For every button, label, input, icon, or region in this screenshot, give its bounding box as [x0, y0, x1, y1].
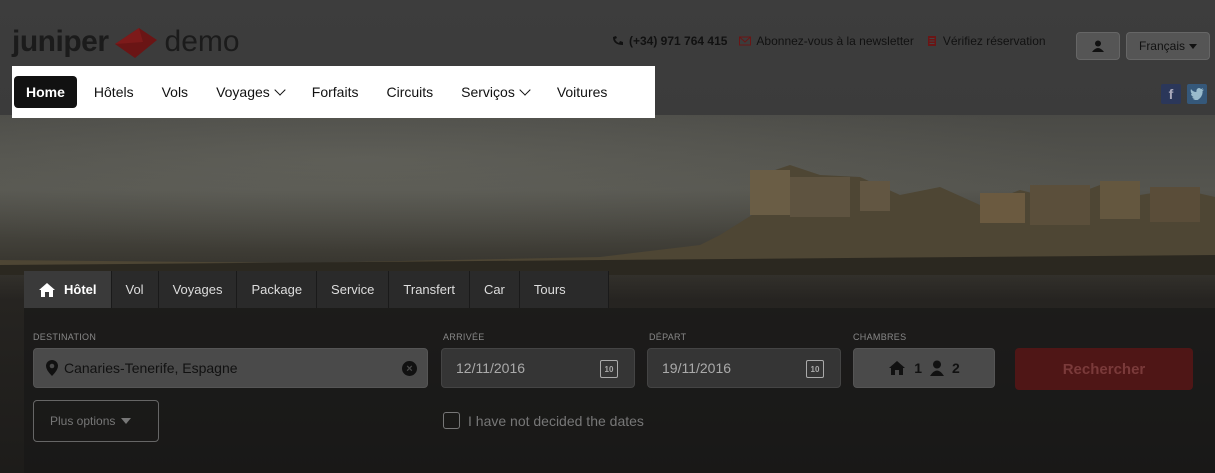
tab-transfer[interactable]: Transfert — [389, 271, 470, 308]
facebook-icon[interactable]: f — [1161, 84, 1181, 104]
map-pin-icon — [46, 360, 58, 376]
verify-reservation-link[interactable]: Vérifiez réservation — [926, 34, 1046, 48]
chevron-down-icon — [519, 84, 531, 96]
top-contact-bar: (+34) 971 764 415 Abonnez-vous à la news… — [612, 34, 1058, 48]
nav-circuits[interactable]: Circuits — [375, 76, 444, 108]
nav-services[interactable]: Serviços — [450, 76, 540, 108]
twitter-icon[interactable] — [1187, 84, 1207, 104]
nav-packages[interactable]: Forfaits — [301, 76, 370, 108]
more-options-button[interactable]: Plus options — [33, 400, 159, 442]
calendar-icon[interactable]: 10 — [806, 360, 824, 378]
departure-date-input[interactable]: 19/11/2016 10 — [647, 348, 841, 388]
caret-down-icon — [121, 418, 132, 424]
destination-input[interactable]: Canaries-Tenerife, Espagne × — [33, 348, 428, 388]
calendar-icon[interactable]: 10 — [600, 360, 618, 378]
rooms-guests-selector[interactable]: 1 2 — [853, 348, 995, 388]
nav-trips[interactable]: Voyages — [205, 76, 295, 108]
chevron-down-icon — [274, 84, 286, 96]
document-icon — [927, 36, 936, 46]
twitter-bird-icon — [1190, 88, 1204, 100]
home-icon — [39, 282, 55, 297]
nav-cars[interactable]: Voitures — [546, 76, 619, 108]
nav-home[interactable]: Home — [14, 76, 77, 108]
newsletter-link[interactable]: Abonnez-vous à la newsletter — [739, 34, 914, 48]
tab-package[interactable]: Package — [237, 271, 318, 308]
tab-tours[interactable]: Tours — [519, 271, 609, 308]
user-account-button[interactable] — [1076, 32, 1120, 60]
phone-icon — [613, 36, 623, 45]
phone-link[interactable]: (+34) 971 764 415 — [612, 34, 727, 48]
hero-town-image — [0, 165, 1215, 275]
checkbox[interactable] — [443, 412, 460, 429]
destination-label: DESTINATION — [33, 332, 97, 342]
rooms-label: CHAMBRES — [853, 332, 907, 342]
undecided-dates-checkbox[interactable]: I have not decided the dates — [443, 412, 644, 429]
logo-diamond-icon — [114, 28, 157, 58]
departure-label: DÉPART — [649, 332, 687, 342]
home-icon — [889, 361, 906, 375]
search-tabs: Hôtel Vol Voyages Package Service Transf… — [24, 271, 609, 308]
social-links: f — [1161, 84, 1207, 104]
arrival-label: ARRIVÉE — [443, 332, 485, 342]
tab-car[interactable]: Car — [469, 271, 520, 308]
juniper-logo[interactable]: juniper demo — [12, 22, 240, 62]
user-icon — [930, 360, 944, 376]
tab-trips[interactable]: Voyages — [158, 271, 238, 308]
tab-hotel[interactable]: Hôtel — [24, 271, 112, 308]
clear-icon[interactable]: × — [402, 361, 417, 376]
main-navigation: Home Hôtels Vols Voyages Forfaits Circui… — [12, 66, 655, 118]
user-icon — [1092, 40, 1104, 52]
tab-flight[interactable]: Vol — [111, 271, 159, 308]
arrival-date-input[interactable]: 12/11/2016 10 — [441, 348, 635, 388]
nav-flights[interactable]: Vols — [151, 76, 199, 108]
search-button[interactable]: Rechercher — [1015, 348, 1193, 390]
hotel-search-form: DESTINATION Canaries-Tenerife, Espagne ×… — [24, 308, 1215, 473]
envelope-icon — [739, 36, 752, 46]
nav-hotels[interactable]: Hôtels — [83, 76, 145, 108]
tab-service[interactable]: Service — [317, 271, 390, 308]
language-selector[interactable]: Français — [1126, 32, 1210, 60]
caret-down-icon — [1189, 43, 1197, 49]
